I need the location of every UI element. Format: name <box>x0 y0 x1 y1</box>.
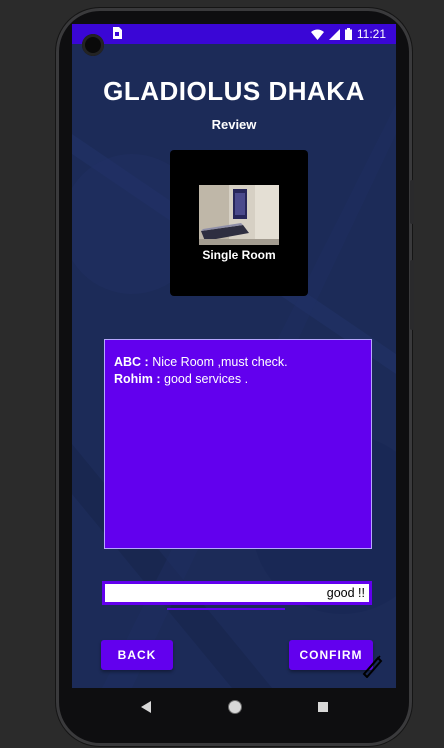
review-text: Nice Room ,must check. <box>148 355 288 369</box>
status-time: 11:21 <box>356 27 386 41</box>
front-camera <box>82 34 104 56</box>
back-button[interactable]: BACK <box>101 640 173 670</box>
room-photo <box>199 185 279 245</box>
home-circle-icon[interactable] <box>227 699 243 715</box>
review-input[interactable] <box>102 581 372 605</box>
room-label: Single Room <box>202 248 276 262</box>
signal-icon <box>328 28 340 40</box>
input-underline <box>167 608 285 610</box>
review-item: Rohim : good services . <box>114 371 362 388</box>
app-title: GLADIOLUS DHAKA <box>103 76 365 106</box>
recents-square-icon[interactable] <box>317 701 329 713</box>
sim-card-icon <box>113 27 122 39</box>
status-right-icons: 11:21 <box>310 27 386 41</box>
review-author: ABC : <box>114 355 149 369</box>
review-item: ABC : Nice Room ,must check. <box>114 354 362 371</box>
review-text: good services . <box>160 372 249 386</box>
battery-icon <box>344 28 352 40</box>
status-bar: 11:21 <box>72 24 396 44</box>
back-triangle-icon[interactable] <box>140 700 152 714</box>
navigation-bar <box>72 688 396 728</box>
phone-volume-button <box>410 260 414 330</box>
status-left-icons <box>112 27 122 39</box>
review-author: Rohim : <box>114 372 161 386</box>
room-card[interactable]: Single Room <box>170 150 308 296</box>
room-image <box>199 185 279 245</box>
phone-power-button <box>410 180 414 224</box>
edit-corner-icon <box>362 655 383 678</box>
reviews-list: ABC : Nice Room ,must check. Rohim : goo… <box>104 339 372 549</box>
wifi-icon <box>310 29 324 40</box>
app-screen: 11:21 GLADIOLUS DHAKA Review Single Room… <box>72 24 396 688</box>
page-subtitle: Review <box>211 117 257 132</box>
